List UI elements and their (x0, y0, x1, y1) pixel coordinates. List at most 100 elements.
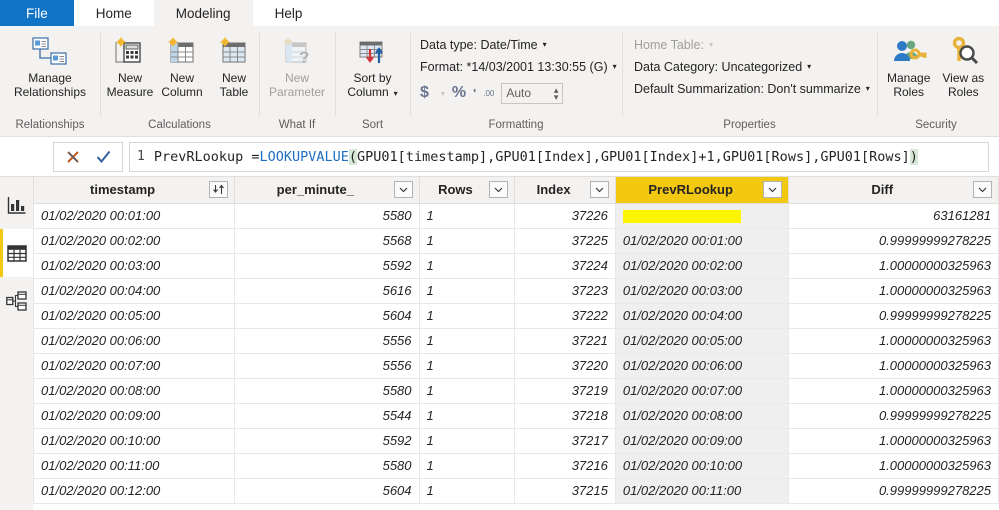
cell-per-minute[interactable]: 5604 (234, 302, 420, 329)
new-parameter-button[interactable]: ? New Parameter (263, 33, 331, 99)
decimal-places-stepper[interactable]: Auto ▴ ▾ (501, 82, 564, 104)
percent-format-button[interactable]: % (452, 84, 466, 102)
table-row[interactable]: 01/02/2020 00:07:00 5556 1 37220 01/02/2020 … (33, 352, 999, 379)
prevrlookup-filter-button[interactable] (763, 181, 783, 199)
cell-prevrlookup[interactable]: 01/02/2020 00:10:00 (614, 452, 790, 479)
cell-prevrlookup[interactable]: 01/02/2020 00:03:00 (614, 277, 790, 304)
cell-index[interactable]: 37218 (514, 402, 616, 429)
cell-timestamp[interactable]: 01/02/2020 00:06:00 (33, 327, 236, 354)
table-row[interactable]: 01/02/2020 00:08:00 5580 1 37219 01/02/2020 … (33, 377, 999, 404)
cell-rows[interactable]: 1 (418, 252, 516, 279)
table-row[interactable]: 01/02/2020 00:11:00 5580 1 37216 01/02/2020 … (33, 452, 999, 479)
cell-rows[interactable]: 1 (418, 277, 516, 304)
cell-rows[interactable]: 1 (418, 452, 516, 479)
cell-rows[interactable]: 1 (418, 202, 516, 229)
cell-per-minute[interactable]: 5604 (234, 477, 420, 504)
cell-diff[interactable]: 1.00000000325963 (788, 377, 999, 404)
tab-help[interactable]: Help (253, 0, 325, 26)
table-row[interactable]: 01/02/2020 00:06:00 5556 1 37221 01/02/2020 … (33, 327, 999, 354)
cell-timestamp[interactable]: 01/02/2020 00:03:00 (33, 252, 236, 279)
currency-chevron-down-icon[interactable]: ▾ (441, 89, 445, 98)
cell-rows[interactable]: 1 (418, 227, 516, 254)
manage-roles-button[interactable]: Manage Roles (881, 33, 936, 99)
table-row[interactable]: 01/02/2020 00:01:00 5580 1 37226 63161281 (33, 202, 999, 229)
cell-diff[interactable]: 1.00000000325963 (788, 427, 999, 454)
default-summarization-dropdown[interactable]: Default Summarization: Don't summarize ▾ (634, 79, 870, 98)
cell-diff[interactable]: 1.00000000325963 (788, 252, 999, 279)
cell-timestamp[interactable]: 01/02/2020 00:11:00 (33, 452, 236, 479)
cell-rows[interactable]: 1 (418, 402, 516, 429)
cell-prevrlookup[interactable]: 01/02/2020 00:01:00 (614, 227, 790, 254)
sort-by-column-button[interactable]: Sort by Column ▾ (339, 33, 406, 100)
cell-diff[interactable]: 1.00000000325963 (788, 327, 999, 354)
cell-index[interactable]: 37217 (514, 427, 616, 454)
cell-prevrlookup[interactable]: 01/02/2020 00:04:00 (614, 302, 790, 329)
index-filter-button[interactable] (589, 181, 609, 199)
cell-diff[interactable]: 63161281 (788, 202, 999, 229)
cell-diff[interactable]: 1.00000000325963 (788, 277, 999, 304)
column-header-prevrlookup[interactable]: PrevRLookup (614, 177, 790, 204)
cell-index[interactable]: 37220 (514, 352, 616, 379)
data-grid-container[interactable]: timestamp per_minute_ Rows Index PrevRLo… (33, 177, 999, 510)
cell-diff[interactable]: 0.99999999278225 (788, 402, 999, 429)
cell-rows[interactable]: 1 (418, 377, 516, 404)
format-dropdown[interactable]: Format: *14/03/2001 13:30:55 (G) ▾ (420, 57, 617, 76)
cell-timestamp[interactable]: 01/02/2020 00:04:00 (33, 277, 236, 304)
cell-prevrlookup[interactable]: 01/02/2020 00:07:00 (614, 377, 790, 404)
cell-timestamp[interactable]: 01/02/2020 00:12:00 (33, 477, 236, 504)
cell-timestamp[interactable]: 01/02/2020 00:07:00 (33, 352, 236, 379)
diff-filter-button[interactable] (973, 181, 992, 199)
cell-prevrlookup[interactable]: 01/02/2020 00:02:00 (614, 252, 790, 279)
cell-prevrlookup[interactable]: 01/02/2020 00:05:00 (614, 327, 790, 354)
cell-index[interactable]: 37215 (514, 477, 616, 504)
cell-timestamp[interactable]: 01/02/2020 00:01:00 (33, 202, 236, 229)
accept-formula-button[interactable] (88, 144, 118, 170)
cell-per-minute[interactable]: 5556 (234, 327, 420, 354)
table-row[interactable]: 01/02/2020 00:05:00 5604 1 37222 01/02/2020 … (33, 302, 999, 329)
cell-per-minute[interactable]: 5580 (234, 202, 420, 229)
cell-per-minute[interactable]: 5592 (234, 252, 420, 279)
cell-timestamp[interactable]: 01/02/2020 00:10:00 (33, 427, 236, 454)
data-category-dropdown[interactable]: Data Category: Uncategorized ▾ (634, 57, 811, 76)
cell-per-minute[interactable]: 5556 (234, 352, 420, 379)
table-row[interactable]: 01/02/2020 00:12:00 5604 1 37215 01/02/2020 … (33, 477, 999, 504)
cell-prevrlookup[interactable] (614, 202, 790, 229)
cell-index[interactable]: 37225 (514, 227, 616, 254)
cell-per-minute[interactable]: 5568 (234, 227, 420, 254)
table-row[interactable]: 01/02/2020 00:10:00 5592 1 37217 01/02/2020 … (33, 427, 999, 454)
cell-rows[interactable]: 1 (418, 477, 516, 504)
thousands-separator-button[interactable]: ' (473, 86, 476, 101)
cell-rows[interactable]: 1 (418, 302, 516, 329)
column-header-per-minute[interactable]: per_minute_ (234, 177, 420, 204)
cell-prevrlookup[interactable]: 01/02/2020 00:08:00 (614, 402, 790, 429)
cell-diff[interactable]: 0.99999999278225 (788, 477, 999, 504)
view-as-roles-button[interactable]: View as Roles (936, 33, 990, 99)
cell-index[interactable]: 37222 (514, 302, 616, 329)
cell-per-minute[interactable]: 5592 (234, 427, 420, 454)
cell-per-minute[interactable]: 5544 (234, 402, 420, 429)
tab-file[interactable]: File (0, 0, 74, 26)
cell-rows[interactable]: 1 (418, 327, 516, 354)
cell-index[interactable]: 37221 (514, 327, 616, 354)
sidebar-item-data-view[interactable] (0, 229, 33, 277)
column-header-rows[interactable]: Rows (418, 177, 516, 204)
cell-prevrlookup[interactable]: 01/02/2020 00:06:00 (614, 352, 790, 379)
manage-relationships-button[interactable]: Manage Relationships (4, 33, 96, 99)
table-row[interactable]: 01/02/2020 00:09:00 5544 1 37218 01/02/2020 … (33, 402, 999, 429)
cell-diff[interactable]: 1.00000000325963 (788, 452, 999, 479)
tab-modeling[interactable]: Modeling (153, 0, 253, 26)
tab-home[interactable]: Home (74, 0, 154, 26)
cell-per-minute[interactable]: 5580 (234, 377, 420, 404)
cell-timestamp[interactable]: 01/02/2020 00:02:00 (33, 227, 236, 254)
currency-format-button[interactable]: $ (420, 84, 429, 102)
cell-diff[interactable]: 0.99999999278225 (788, 302, 999, 329)
cell-prevrlookup[interactable]: 01/02/2020 00:11:00 (614, 477, 790, 504)
formula-input[interactable]: 1 PrevRLookup = LOOKUPVALUE ( GPU01[time… (129, 141, 989, 172)
new-table-button[interactable]: New Table (208, 33, 260, 99)
decimal-places-button[interactable]: .00 (483, 89, 494, 98)
cell-index[interactable]: 37226 (514, 202, 616, 229)
timestamp-sort-button[interactable] (209, 181, 229, 199)
cell-diff[interactable]: 0.99999999278225 (788, 227, 999, 254)
per-minute-filter-button[interactable] (393, 181, 413, 199)
cell-timestamp[interactable]: 01/02/2020 00:08:00 (33, 377, 236, 404)
